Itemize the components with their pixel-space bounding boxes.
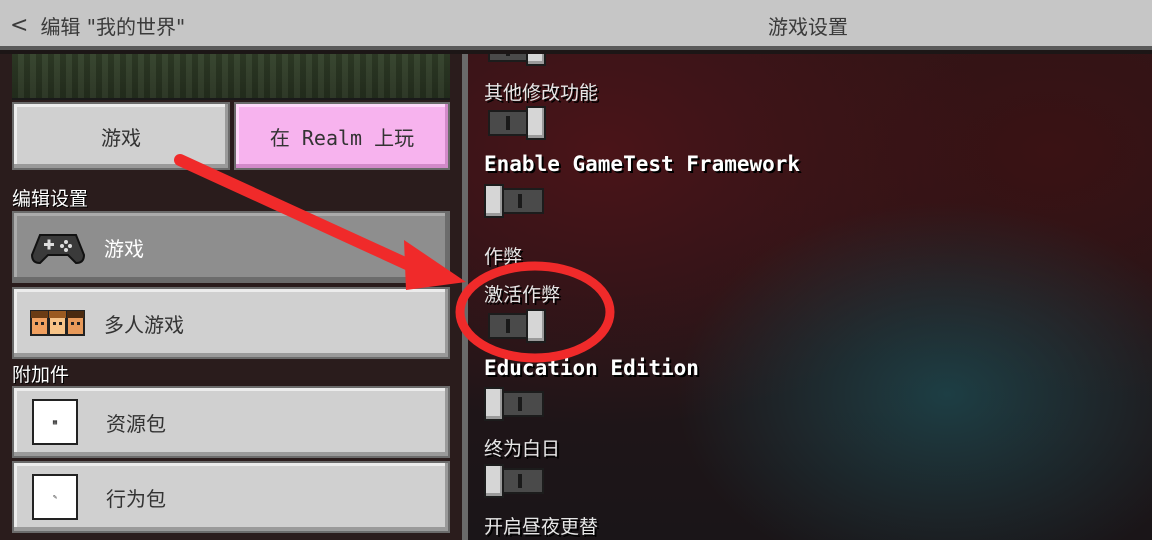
back-label: 编辑 "我的世界"	[40, 14, 186, 39]
controller-icon	[30, 225, 86, 269]
setting-label-other-mods: 其他修改功能	[484, 82, 599, 104]
left-panel: 游戏 在 Realm 上玩 编辑设置 游戏 多人游戏 附加件 ▦ 资源包 ✎ 行…	[0, 54, 462, 540]
setting-label-gametest: Enable GameTest Framework	[484, 152, 801, 176]
nav-item-multiplayer[interactable]: 多人游戏	[12, 287, 450, 359]
nav-item-resource-packs[interactable]: ▦ 资源包	[12, 386, 450, 458]
world-thumbnail	[12, 54, 450, 100]
setting-label-education-edition: Education Edition	[484, 356, 699, 380]
back-button[interactable]: < 编辑 "我的世界"	[10, 8, 220, 42]
play-button[interactable]: 游戏	[12, 102, 230, 170]
settings-panel: 其他修改功能 Enable GameTest Framework 作弊 激活作弊…	[468, 54, 1152, 540]
setting-label-activate-cheats: 激活作弊	[484, 284, 561, 306]
toggle-previous-setting[interactable]	[484, 54, 546, 66]
edit-settings-heading: 编辑设置	[12, 188, 89, 210]
nav-item-label: 行为包	[106, 486, 166, 511]
toggle-other-mods[interactable]	[484, 106, 546, 140]
top-bar: < 编辑 "我的世界" 游戏设置	[0, 0, 1152, 50]
nav-item-label: 游戏	[104, 236, 144, 261]
play-on-realm-button[interactable]: 在 Realm 上玩	[234, 102, 450, 170]
page-title: 游戏设置	[768, 14, 848, 39]
chevron-left-icon: <	[10, 12, 29, 38]
setting-label-always-day: 终为白日	[484, 438, 561, 460]
resource-pack-icon: ▦	[32, 399, 78, 445]
cheats-section-heading: 作弊	[484, 246, 523, 268]
nav-item-behavior-packs[interactable]: ✎ 行为包	[12, 461, 450, 533]
toggle-activate-cheats[interactable]	[484, 309, 546, 343]
toggle-education-edition[interactable]	[484, 387, 546, 421]
players-icon	[30, 301, 86, 345]
nav-item-game[interactable]: 游戏	[12, 211, 450, 283]
behavior-pack-icon: ✎	[32, 474, 78, 520]
addons-heading: 附加件	[12, 364, 70, 386]
setting-label-daylight-cycle: 开启昼夜更替	[484, 516, 599, 538]
toggle-gametest[interactable]	[484, 184, 546, 218]
nav-item-label: 资源包	[106, 411, 166, 436]
toggle-always-day[interactable]	[484, 464, 546, 498]
nav-item-label: 多人游戏	[104, 312, 184, 337]
